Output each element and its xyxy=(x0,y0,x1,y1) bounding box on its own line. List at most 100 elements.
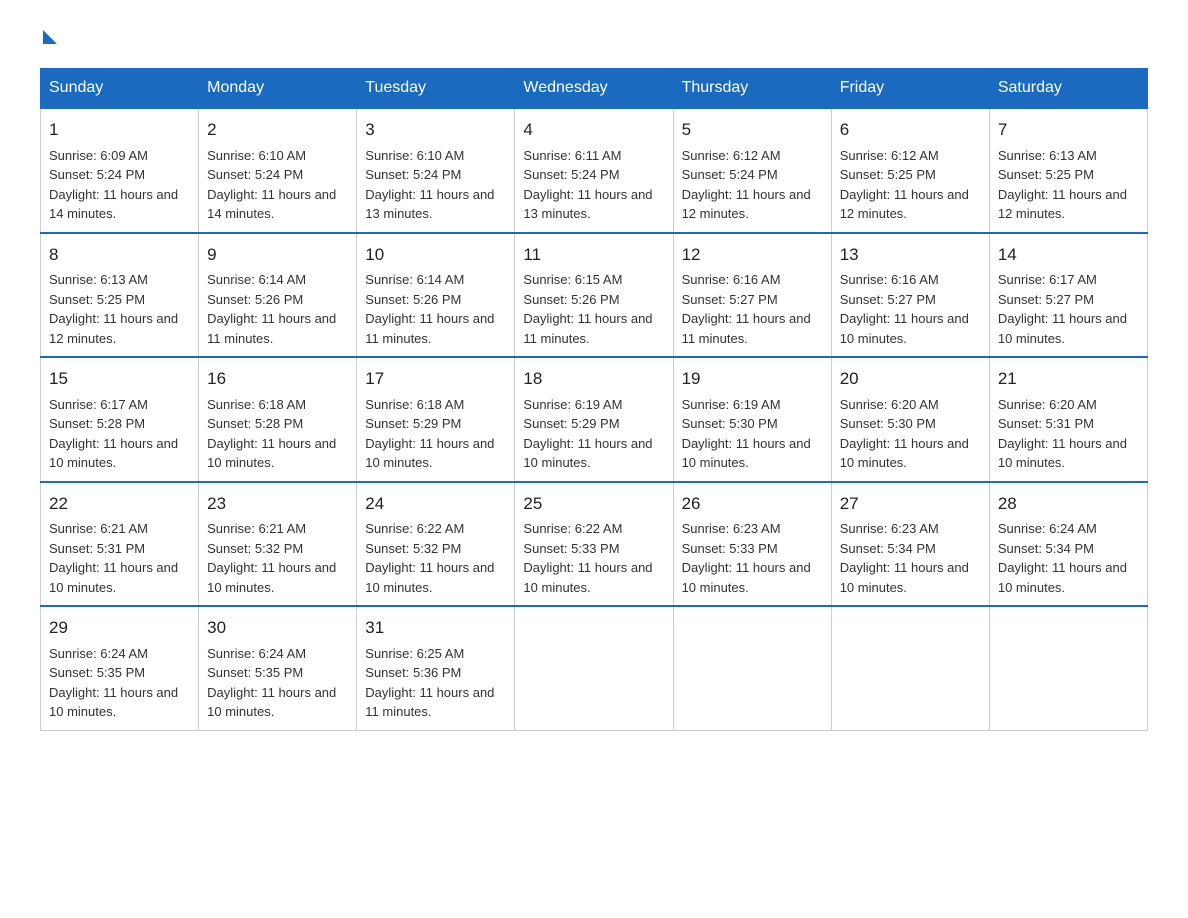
day-number: 6 xyxy=(840,117,981,143)
calendar-week-5: 29 Sunrise: 6:24 AMSunset: 5:35 PMDayligh… xyxy=(41,606,1148,730)
calendar-cell: 6 Sunrise: 6:12 AMSunset: 5:25 PMDaylight… xyxy=(831,108,989,233)
day-number: 9 xyxy=(207,242,348,268)
day-info: Sunrise: 6:16 AMSunset: 5:27 PMDaylight:… xyxy=(840,272,969,346)
day-number: 15 xyxy=(49,366,190,392)
calendar-cell: 16Sunrise: 6:18 AMSunset: 5:28 PMDayligh… xyxy=(199,357,357,482)
day-number: 1 xyxy=(49,117,190,143)
day-info: Sunrise: 6:12 AMSunset: 5:25 PMDaylight:… xyxy=(840,148,969,222)
day-number: 11 xyxy=(523,242,664,268)
day-info: Sunrise: 6:11 AMSunset: 5:24 PMDaylight:… xyxy=(523,148,652,222)
calendar-cell: 18 Sunrise: 6:19 AMSunset: 5:29 PMDayligh… xyxy=(515,357,673,482)
day-info: Sunrise: 6:22 AMSunset: 5:33 PMDaylight:… xyxy=(523,521,652,595)
calendar-cell: 21Sunrise: 6:20 AMSunset: 5:31 PMDayligh… xyxy=(989,357,1147,482)
calendar-cell: 28 Sunrise: 6:24 AMSunset: 5:34 PMDayligh… xyxy=(989,482,1147,607)
day-number: 2 xyxy=(207,117,348,143)
calendar-cell: 23 Sunrise: 6:21 AMSunset: 5:32 PMDayligh… xyxy=(199,482,357,607)
calendar-cell: 25Sunrise: 6:22 AMSunset: 5:33 PMDayligh… xyxy=(515,482,673,607)
calendar-cell: 27 Sunrise: 6:23 AMSunset: 5:34 PMDayligh… xyxy=(831,482,989,607)
calendar-cell xyxy=(989,606,1147,730)
day-number: 12 xyxy=(682,242,823,268)
calendar-week-3: 15 Sunrise: 6:17 AMSunset: 5:28 PMDayligh… xyxy=(41,357,1148,482)
day-info: Sunrise: 6:13 AMSunset: 5:25 PMDaylight:… xyxy=(49,272,178,346)
day-number: 18 xyxy=(523,366,664,392)
day-number: 24 xyxy=(365,491,506,517)
calendar-cell: 1 Sunrise: 6:09 AMSunset: 5:24 PMDaylight… xyxy=(41,108,199,233)
day-info: Sunrise: 6:16 AMSunset: 5:27 PMDaylight:… xyxy=(682,272,811,346)
calendar-week-2: 8 Sunrise: 6:13 AMSunset: 5:25 PMDaylight… xyxy=(41,233,1148,358)
calendar-table: SundayMondayTuesdayWednesdayThursdayFrid… xyxy=(40,68,1148,731)
day-number: 20 xyxy=(840,366,981,392)
day-info: Sunrise: 6:19 AMSunset: 5:30 PMDaylight:… xyxy=(682,397,811,471)
calendar-cell: 24Sunrise: 6:22 AMSunset: 5:32 PMDayligh… xyxy=(357,482,515,607)
calendar-cell xyxy=(831,606,989,730)
logo xyxy=(40,30,57,48)
calendar-cell xyxy=(515,606,673,730)
day-number: 23 xyxy=(207,491,348,517)
calendar-cell: 20 Sunrise: 6:20 AMSunset: 5:30 PMDayligh… xyxy=(831,357,989,482)
day-number: 22 xyxy=(49,491,190,517)
weekday-header-row: SundayMondayTuesdayWednesdayThursdayFrid… xyxy=(41,69,1148,109)
day-number: 3 xyxy=(365,117,506,143)
calendar-week-1: 1 Sunrise: 6:09 AMSunset: 5:24 PMDaylight… xyxy=(41,108,1148,233)
calendar-cell: 26Sunrise: 6:23 AMSunset: 5:33 PMDayligh… xyxy=(673,482,831,607)
calendar-cell: 22 Sunrise: 6:21 AMSunset: 5:31 PMDayligh… xyxy=(41,482,199,607)
day-number: 13 xyxy=(840,242,981,268)
weekday-header-friday: Friday xyxy=(831,69,989,109)
day-number: 14 xyxy=(998,242,1139,268)
day-info: Sunrise: 6:15 AMSunset: 5:26 PMDaylight:… xyxy=(523,272,652,346)
day-number: 21 xyxy=(998,366,1139,392)
calendar-cell: 29 Sunrise: 6:24 AMSunset: 5:35 PMDayligh… xyxy=(41,606,199,730)
calendar-cell: 17Sunrise: 6:18 AMSunset: 5:29 PMDayligh… xyxy=(357,357,515,482)
calendar-cell xyxy=(673,606,831,730)
calendar-cell: 11 Sunrise: 6:15 AMSunset: 5:26 PMDayligh… xyxy=(515,233,673,358)
calendar-cell: 3 Sunrise: 6:10 AMSunset: 5:24 PMDaylight… xyxy=(357,108,515,233)
weekday-header-thursday: Thursday xyxy=(673,69,831,109)
day-info: Sunrise: 6:12 AMSunset: 5:24 PMDaylight:… xyxy=(682,148,811,222)
calendar-cell: 9 Sunrise: 6:14 AMSunset: 5:26 PMDaylight… xyxy=(199,233,357,358)
weekday-header-monday: Monday xyxy=(199,69,357,109)
weekday-header-sunday: Sunday xyxy=(41,69,199,109)
day-info: Sunrise: 6:20 AMSunset: 5:30 PMDaylight:… xyxy=(840,397,969,471)
weekday-header-tuesday: Tuesday xyxy=(357,69,515,109)
calendar-cell: 10Sunrise: 6:14 AMSunset: 5:26 PMDayligh… xyxy=(357,233,515,358)
day-number: 26 xyxy=(682,491,823,517)
calendar-week-4: 22 Sunrise: 6:21 AMSunset: 5:31 PMDayligh… xyxy=(41,482,1148,607)
page-header xyxy=(40,30,1148,48)
day-info: Sunrise: 6:21 AMSunset: 5:32 PMDaylight:… xyxy=(207,521,336,595)
day-info: Sunrise: 6:10 AMSunset: 5:24 PMDaylight:… xyxy=(207,148,336,222)
day-info: Sunrise: 6:19 AMSunset: 5:29 PMDaylight:… xyxy=(523,397,652,471)
weekday-header-wednesday: Wednesday xyxy=(515,69,673,109)
day-number: 8 xyxy=(49,242,190,268)
day-number: 19 xyxy=(682,366,823,392)
day-number: 28 xyxy=(998,491,1139,517)
calendar-cell: 7Sunrise: 6:13 AMSunset: 5:25 PMDaylight… xyxy=(989,108,1147,233)
logo-arrow-icon xyxy=(43,30,57,44)
day-info: Sunrise: 6:24 AMSunset: 5:34 PMDaylight:… xyxy=(998,521,1127,595)
calendar-cell: 5Sunrise: 6:12 AMSunset: 5:24 PMDaylight… xyxy=(673,108,831,233)
calendar-cell: 14 Sunrise: 6:17 AMSunset: 5:27 PMDayligh… xyxy=(989,233,1147,358)
calendar-cell: 19 Sunrise: 6:19 AMSunset: 5:30 PMDayligh… xyxy=(673,357,831,482)
day-number: 30 xyxy=(207,615,348,641)
day-number: 7 xyxy=(998,117,1139,143)
day-info: Sunrise: 6:17 AMSunset: 5:27 PMDaylight:… xyxy=(998,272,1127,346)
day-info: Sunrise: 6:17 AMSunset: 5:28 PMDaylight:… xyxy=(49,397,178,471)
calendar-cell: 31 Sunrise: 6:25 AMSunset: 5:36 PMDayligh… xyxy=(357,606,515,730)
day-info: Sunrise: 6:23 AMSunset: 5:34 PMDaylight:… xyxy=(840,521,969,595)
day-info: Sunrise: 6:25 AMSunset: 5:36 PMDaylight:… xyxy=(365,646,494,720)
calendar-cell: 4 Sunrise: 6:11 AMSunset: 5:24 PMDaylight… xyxy=(515,108,673,233)
day-number: 16 xyxy=(207,366,348,392)
day-number: 17 xyxy=(365,366,506,392)
day-number: 4 xyxy=(523,117,664,143)
calendar-cell: 13 Sunrise: 6:16 AMSunset: 5:27 PMDayligh… xyxy=(831,233,989,358)
day-number: 10 xyxy=(365,242,506,268)
calendar-cell: 12 Sunrise: 6:16 AMSunset: 5:27 PMDayligh… xyxy=(673,233,831,358)
day-number: 29 xyxy=(49,615,190,641)
day-info: Sunrise: 6:14 AMSunset: 5:26 PMDaylight:… xyxy=(207,272,336,346)
calendar-cell: 2 Sunrise: 6:10 AMSunset: 5:24 PMDaylight… xyxy=(199,108,357,233)
day-info: Sunrise: 6:10 AMSunset: 5:24 PMDaylight:… xyxy=(365,148,494,222)
day-number: 27 xyxy=(840,491,981,517)
day-number: 31 xyxy=(365,615,506,641)
day-info: Sunrise: 6:21 AMSunset: 5:31 PMDaylight:… xyxy=(49,521,178,595)
day-info: Sunrise: 6:09 AMSunset: 5:24 PMDaylight:… xyxy=(49,148,178,222)
day-info: Sunrise: 6:24 AMSunset: 5:35 PMDaylight:… xyxy=(49,646,178,720)
